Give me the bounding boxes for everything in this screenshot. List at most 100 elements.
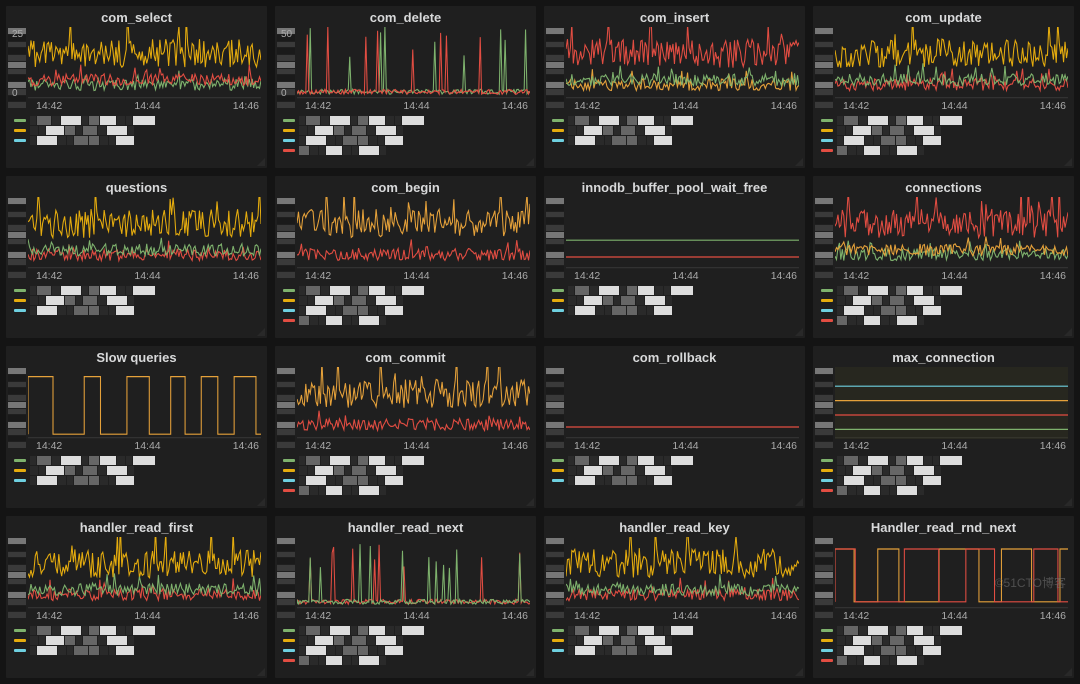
- legend-item[interactable]: [821, 486, 1070, 495]
- legend-item[interactable]: [552, 306, 801, 315]
- chart-area[interactable]: [297, 367, 530, 439]
- chart-area[interactable]: [835, 197, 1068, 269]
- legend-item[interactable]: [14, 476, 263, 485]
- resize-handle-icon[interactable]: [795, 498, 803, 506]
- legend-item[interactable]: [14, 116, 263, 125]
- panel-com-select[interactable]: com_select 250 14:4214:4414:46: [6, 6, 267, 168]
- panel-handler-read-first[interactable]: handler_read_first 14:4214:4414:46: [6, 516, 267, 678]
- legend-item[interactable]: [821, 146, 1070, 155]
- chart-area[interactable]: [28, 367, 261, 439]
- legend-item[interactable]: [821, 126, 1070, 135]
- panel-handler-read-next[interactable]: handler_read_next 14:4214:4414:46: [275, 516, 536, 678]
- legend-item[interactable]: [552, 296, 801, 305]
- legend-item[interactable]: [14, 456, 263, 465]
- resize-handle-icon[interactable]: [795, 668, 803, 676]
- resize-handle-icon[interactable]: [1064, 668, 1072, 676]
- legend-item[interactable]: [552, 636, 801, 645]
- legend-item[interactable]: [821, 636, 1070, 645]
- legend-item[interactable]: [552, 466, 801, 475]
- legend-item[interactable]: [14, 646, 263, 655]
- resize-handle-icon[interactable]: [257, 158, 265, 166]
- legend-item[interactable]: [14, 136, 263, 145]
- chart-area[interactable]: 250: [28, 27, 261, 99]
- legend-item[interactable]: [14, 296, 263, 305]
- resize-handle-icon[interactable]: [257, 668, 265, 676]
- legend-item[interactable]: [821, 306, 1070, 315]
- legend-item[interactable]: [283, 116, 532, 125]
- legend-item[interactable]: [14, 286, 263, 295]
- legend-item[interactable]: [283, 456, 532, 465]
- legend-item[interactable]: [283, 306, 532, 315]
- legend-item[interactable]: [821, 296, 1070, 305]
- legend-item[interactable]: [14, 126, 263, 135]
- panel-slow-queries[interactable]: Slow queries 14:4214:4414:46: [6, 346, 267, 508]
- chart-area[interactable]: [566, 367, 799, 439]
- legend-item[interactable]: [283, 626, 532, 635]
- legend-item[interactable]: [552, 286, 801, 295]
- resize-handle-icon[interactable]: [795, 158, 803, 166]
- panel-connections[interactable]: connections 14:4214:4414:46: [813, 176, 1074, 338]
- legend-item[interactable]: [552, 646, 801, 655]
- legend-item[interactable]: [283, 636, 532, 645]
- panel-com-update[interactable]: com_update 14:4214:4414:46: [813, 6, 1074, 168]
- chart-area[interactable]: [835, 537, 1068, 609]
- legend-item[interactable]: [821, 626, 1070, 635]
- resize-handle-icon[interactable]: [1064, 158, 1072, 166]
- resize-handle-icon[interactable]: [257, 328, 265, 336]
- legend-item[interactable]: [283, 146, 532, 155]
- legend-item[interactable]: [821, 316, 1070, 325]
- legend-item[interactable]: [283, 136, 532, 145]
- legend-item[interactable]: [821, 116, 1070, 125]
- legend-item[interactable]: [821, 456, 1070, 465]
- legend-item[interactable]: [552, 136, 801, 145]
- legend-item[interactable]: [552, 456, 801, 465]
- resize-handle-icon[interactable]: [526, 668, 534, 676]
- resize-handle-icon[interactable]: [526, 158, 534, 166]
- panel-com-rollback[interactable]: com_rollback 14:4214:4414:46: [544, 346, 805, 508]
- resize-handle-icon[interactable]: [1064, 498, 1072, 506]
- chart-area[interactable]: [28, 197, 261, 269]
- panel-com-insert[interactable]: com_insert 14:4214:4414:46: [544, 6, 805, 168]
- chart-area[interactable]: [297, 197, 530, 269]
- legend-item[interactable]: [552, 476, 801, 485]
- panel-handler-read-rnd-next[interactable]: Handler_read_rnd_next 14:4214:4414:46: [813, 516, 1074, 678]
- resize-handle-icon[interactable]: [526, 498, 534, 506]
- legend-item[interactable]: [283, 286, 532, 295]
- resize-handle-icon[interactable]: [257, 498, 265, 506]
- legend-item[interactable]: [821, 136, 1070, 145]
- legend-item[interactable]: [283, 646, 532, 655]
- resize-handle-icon[interactable]: [1064, 328, 1072, 336]
- chart-area[interactable]: [835, 367, 1068, 439]
- legend-item[interactable]: [14, 466, 263, 475]
- resize-handle-icon[interactable]: [795, 328, 803, 336]
- chart-area[interactable]: 500: [297, 27, 530, 99]
- panel-com-commit[interactable]: com_commit 14:4214:4414:46: [275, 346, 536, 508]
- chart-area[interactable]: [28, 537, 261, 609]
- legend-item[interactable]: [14, 626, 263, 635]
- legend-item[interactable]: [552, 116, 801, 125]
- chart-area[interactable]: [566, 27, 799, 99]
- panel-handler-read-key[interactable]: handler_read_key 14:4214:4414:46: [544, 516, 805, 678]
- chart-area[interactable]: [297, 537, 530, 609]
- chart-area[interactable]: [835, 27, 1068, 99]
- legend-item[interactable]: [283, 476, 532, 485]
- legend-item[interactable]: [14, 636, 263, 645]
- legend-item[interactable]: [552, 126, 801, 135]
- legend-item[interactable]: [283, 296, 532, 305]
- legend-item[interactable]: [283, 316, 532, 325]
- legend-item[interactable]: [552, 626, 801, 635]
- panel-com-delete[interactable]: com_delete 500 14:4214:4414:46: [275, 6, 536, 168]
- chart-area[interactable]: [566, 197, 799, 269]
- panel-innodb-buffer-pool[interactable]: innodb_buffer_pool_wait_free 14:4214:441…: [544, 176, 805, 338]
- panel-com-begin[interactable]: com_begin 14:4214:4414:46: [275, 176, 536, 338]
- panel-questions[interactable]: questions 14:4214:4414:46: [6, 176, 267, 338]
- legend-item[interactable]: [821, 656, 1070, 665]
- legend-item[interactable]: [283, 656, 532, 665]
- legend-item[interactable]: [283, 466, 532, 475]
- legend-item[interactable]: [821, 466, 1070, 475]
- legend-item[interactable]: [14, 306, 263, 315]
- chart-area[interactable]: [566, 537, 799, 609]
- resize-handle-icon[interactable]: [526, 328, 534, 336]
- legend-item[interactable]: [821, 476, 1070, 485]
- legend-item[interactable]: [821, 646, 1070, 655]
